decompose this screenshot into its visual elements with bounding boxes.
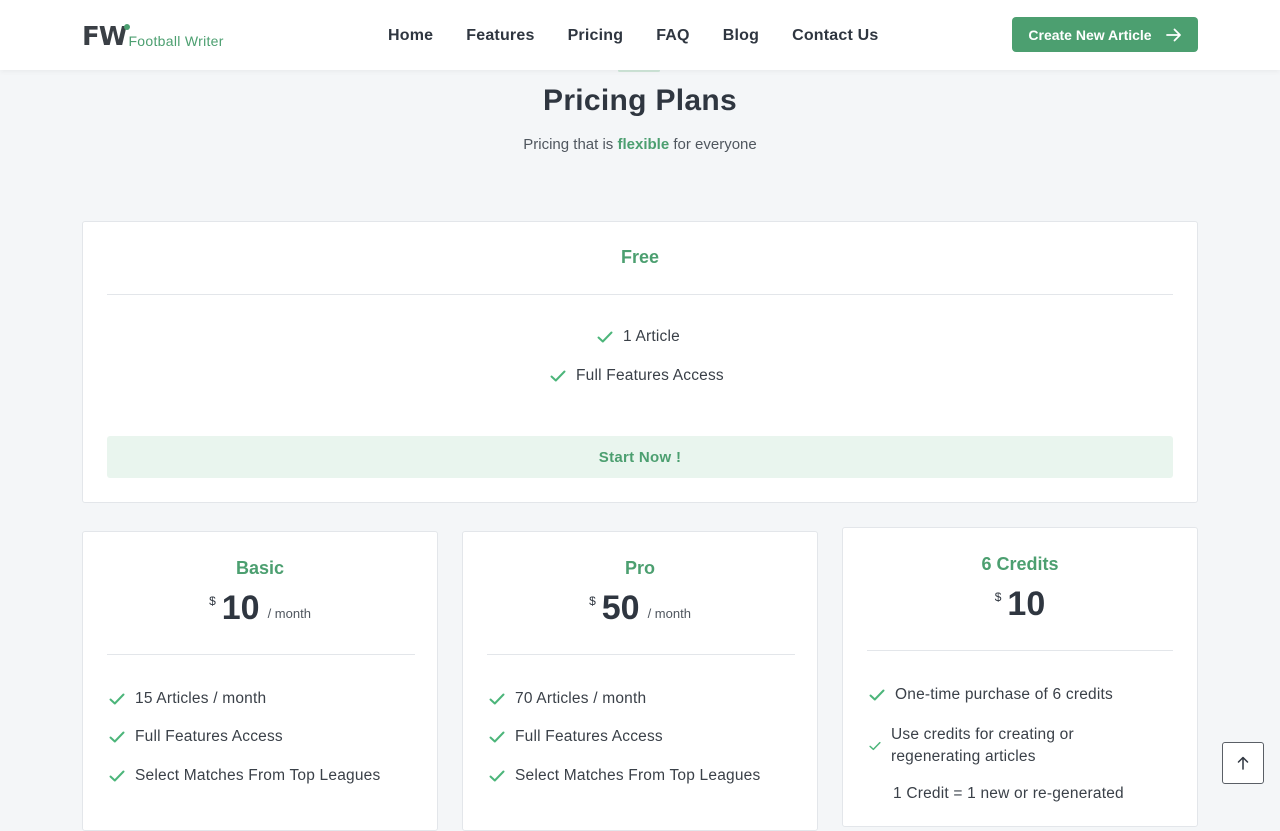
plan-name: 6 Credits bbox=[981, 554, 1059, 574]
check-icon bbox=[489, 731, 505, 743]
plan-feature: 1 Credit = 1 new or re-generated bbox=[893, 785, 1124, 803]
plan-feature-text: Select Matches From Top Leagues bbox=[135, 767, 381, 784]
nav-faq[interactable]: FAQ bbox=[656, 26, 690, 46]
check-icon bbox=[869, 689, 885, 701]
plan-feature-text: 1 Article bbox=[623, 328, 680, 345]
price-currency: $ bbox=[589, 594, 596, 608]
check-icon bbox=[550, 370, 566, 382]
page-subtitle: Pricing that is flexible for everyone bbox=[0, 136, 1280, 153]
plan-feature-text: Select Matches From Top Leagues bbox=[515, 767, 761, 784]
plan-feature-text: Full Features Access bbox=[515, 728, 663, 745]
arrow-right-icon bbox=[1165, 28, 1181, 41]
check-icon bbox=[489, 693, 505, 705]
plan-name: Free bbox=[620, 247, 660, 267]
scroll-to-top-button[interactable] bbox=[1222, 742, 1264, 784]
check-icon bbox=[109, 731, 125, 743]
price-currency: $ bbox=[209, 594, 216, 608]
plan-card-pro: Pro $ 50 / month 70 Articles / month Ful… bbox=[462, 531, 818, 831]
main-nav: Home Features Pricing FAQ Blog Contact U… bbox=[388, 26, 912, 46]
check-icon bbox=[597, 331, 613, 343]
plan-divider bbox=[107, 294, 1173, 295]
page-title: Pricing Plans bbox=[543, 84, 737, 117]
nav-features[interactable]: Features bbox=[466, 26, 534, 46]
plan-feature-text: Full Features Access bbox=[576, 367, 724, 384]
create-new-article-button[interactable]: Create New Article bbox=[1012, 17, 1198, 52]
subtitle-before: Pricing that is bbox=[523, 136, 614, 153]
plan-divider bbox=[487, 654, 795, 655]
plan-name: Basic bbox=[235, 558, 285, 578]
logo-text: Football Writer bbox=[128, 33, 224, 49]
plan-feature: Select Matches From Top Leagues bbox=[489, 767, 760, 785]
arrow-up-icon bbox=[1237, 756, 1249, 770]
plan-feature-text: Full Features Access bbox=[135, 728, 283, 745]
plan-feature: 70 Articles / month bbox=[489, 690, 646, 708]
check-icon bbox=[869, 741, 881, 751]
logo-mark: FW bbox=[82, 24, 131, 50]
plan-card-credits: 6 Credits $ 10 One-time purchase of 6 cr… bbox=[842, 527, 1198, 827]
nav-blog[interactable]: Blog bbox=[723, 26, 759, 46]
plan-feature: 15 Articles / month bbox=[109, 690, 266, 708]
subtitle-highlight: flexible bbox=[617, 136, 670, 153]
plan-feature-text: One-time purchase of 6 credits bbox=[895, 686, 1113, 703]
price-currency: $ bbox=[994, 590, 1002, 604]
plan-price: $ 10 / month bbox=[83, 591, 437, 625]
plan-card-free: Free 1 Article Full Features Access Star… bbox=[82, 221, 1198, 503]
plan-feature: 1 Article bbox=[597, 328, 680, 346]
site-header: FW Football Writer Home Features Pricing… bbox=[0, 0, 1280, 70]
plan-price: $ 10 bbox=[843, 587, 1197, 621]
plan-divider bbox=[867, 650, 1173, 651]
plan-name: Pro bbox=[624, 558, 655, 578]
start-now-button[interactable]: Start Now ! bbox=[107, 436, 1173, 478]
plan-feature-text: 15 Articles / month bbox=[135, 690, 267, 707]
nav-home[interactable]: Home bbox=[388, 26, 433, 46]
create-new-article-label: Create New Article bbox=[1028, 26, 1152, 43]
plan-feature: Full Features Access bbox=[550, 367, 724, 385]
plan-feature: Select Matches From Top Leagues bbox=[109, 767, 380, 785]
plan-feature: Full Features Access bbox=[109, 728, 283, 746]
plan-feature: Use credits for creating or regenerating… bbox=[869, 724, 1139, 768]
plan-feature-text: 1 Credit = 1 new or re-generated bbox=[893, 785, 1124, 802]
nav-pricing[interactable]: Pricing bbox=[568, 26, 624, 46]
price-period: / month bbox=[647, 606, 691, 621]
plan-divider bbox=[107, 654, 415, 655]
check-icon bbox=[109, 770, 125, 782]
logo-dot-icon bbox=[124, 24, 131, 30]
price-period: / month bbox=[267, 606, 311, 621]
subtitle-after: for everyone bbox=[673, 136, 757, 153]
price-amount: 10 bbox=[1007, 585, 1046, 623]
plan-feature: Full Features Access bbox=[489, 728, 663, 746]
nav-contact-us[interactable]: Contact Us bbox=[792, 26, 878, 46]
plan-card-basic: Basic $ 10 / month 15 Articles / month F… bbox=[82, 531, 438, 831]
price-amount: 10 bbox=[221, 589, 260, 627]
check-icon bbox=[109, 693, 125, 705]
check-icon bbox=[489, 770, 505, 782]
price-amount: 50 bbox=[601, 589, 640, 627]
logo[interactable]: FW Football Writer bbox=[82, 20, 224, 50]
plan-price: $ 50 / month bbox=[463, 591, 817, 625]
plan-feature: One-time purchase of 6 credits bbox=[869, 686, 1113, 704]
plan-feature-text: 70 Articles / month bbox=[515, 690, 647, 707]
plan-feature-text: Use credits for creating or regenerating… bbox=[891, 726, 1074, 765]
